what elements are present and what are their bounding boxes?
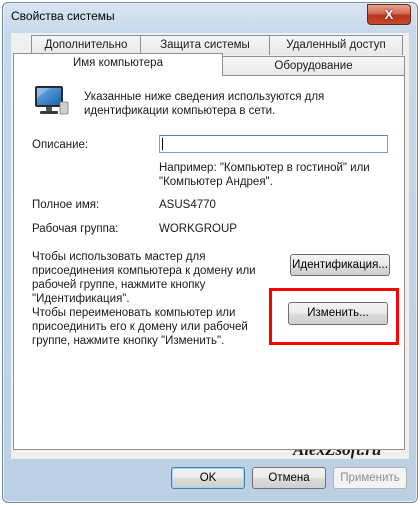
computer-name-panel: Указанные ниже сведения используются для… xyxy=(13,75,405,450)
window-title: Свойства системы xyxy=(11,9,115,23)
dialog-client-area: Дополнительно Защита системы Удаленный д… xyxy=(11,33,409,459)
close-icon: X xyxy=(384,7,394,22)
workgroup-value: WORKGROUP xyxy=(159,223,237,235)
cancel-button[interactable]: Отмена xyxy=(252,467,326,489)
text-caret xyxy=(162,138,163,150)
apply-button[interactable]: Применить xyxy=(333,467,407,489)
example-text: Например: "Компьютер в гостиной" или "Ко… xyxy=(159,162,370,188)
computer-monitor-icon xyxy=(35,86,69,115)
identification-button[interactable]: Идентификация... xyxy=(290,254,390,276)
tab-remote[interactable]: Удаленный доступ xyxy=(269,35,403,55)
workgroup-label: Рабочая группа: xyxy=(32,223,119,235)
rename-text: Чтобы переименовать компьютер или присое… xyxy=(32,307,248,347)
description-input[interactable] xyxy=(159,135,388,153)
tab-system-protection[interactable]: Защита системы xyxy=(140,35,270,55)
fullname-value: ASUS4770 xyxy=(159,199,216,211)
title-bar: Свойства системы X xyxy=(3,3,417,31)
tab-hardware[interactable]: Оборудование xyxy=(222,56,405,76)
red-highlight-frame xyxy=(269,288,399,345)
intro-text: Указанные ниже сведения используются для… xyxy=(84,91,325,117)
close-button[interactable]: X xyxy=(367,4,411,25)
wizard-text: Чтобы использовать мастер для присоедине… xyxy=(32,251,256,305)
description-label: Описание: xyxy=(32,139,89,151)
tab-advanced[interactable]: Дополнительно xyxy=(31,35,141,55)
tab-computer-name[interactable]: Имя компьютера xyxy=(13,53,223,76)
fullname-label: Полное имя: xyxy=(32,199,100,211)
ok-button[interactable]: OK xyxy=(171,467,245,489)
system-properties-window: Свойства системы X Дополнительно Защита … xyxy=(2,2,418,503)
